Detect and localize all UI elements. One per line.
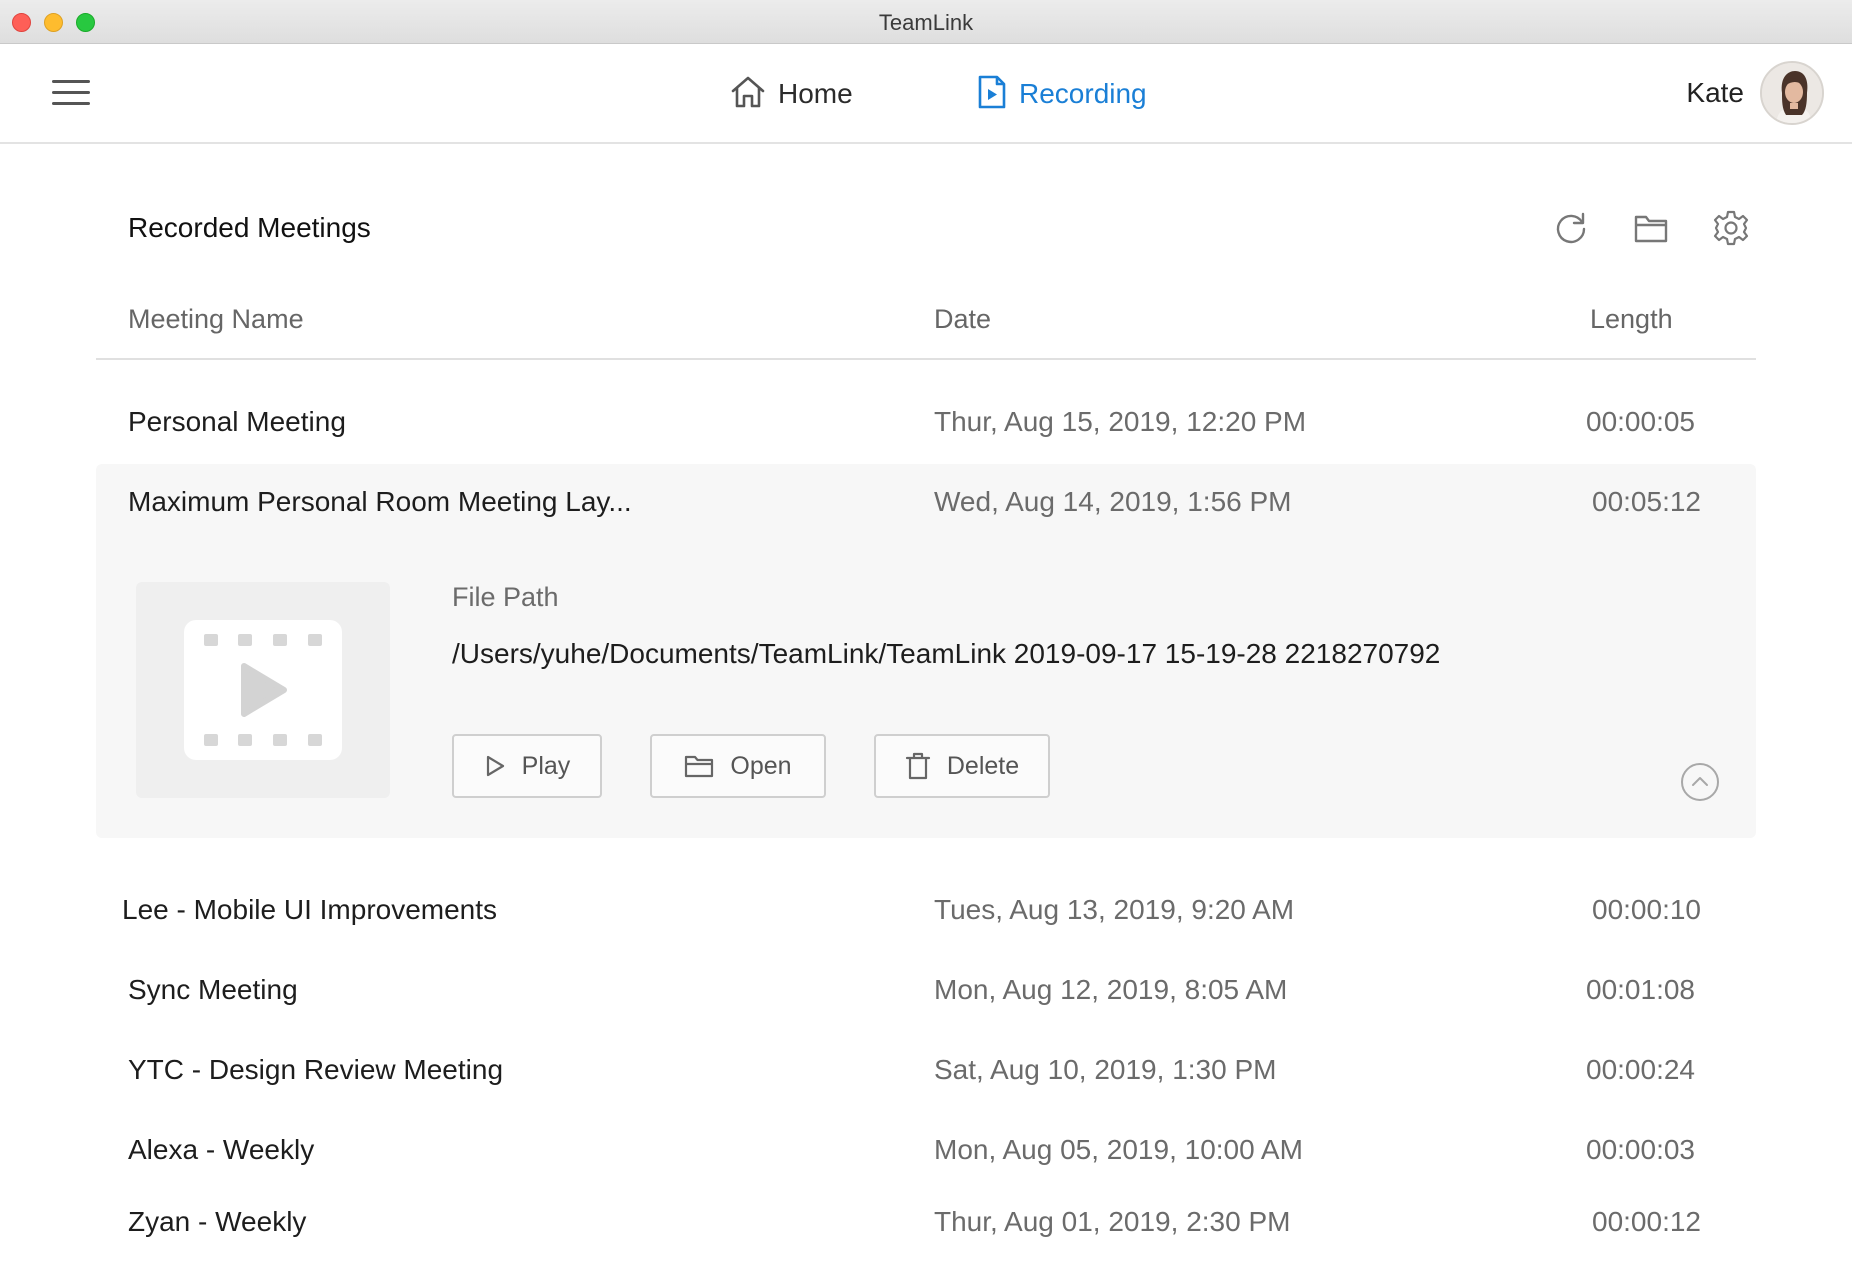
meeting-name: YTC - Design Review Meeting xyxy=(128,1054,504,1085)
table-row[interactable]: YTC - Design Review Meeting Sat, Aug 10,… xyxy=(96,1032,1756,1112)
app-window: TeamLink Home Recording Kate Recorded Me… xyxy=(0,0,1852,1268)
meeting-length: 00:00:05 xyxy=(1586,406,1695,437)
meeting-length: 00:00:12 xyxy=(1592,1206,1701,1237)
meeting-date: Thur, Aug 01, 2019, 2:30 PM xyxy=(934,1206,1291,1237)
refresh-icon[interactable] xyxy=(1549,206,1593,250)
file-path-label: File Path xyxy=(452,582,559,612)
user-profile[interactable]: Kate xyxy=(1686,61,1824,125)
meeting-date: Wed, Aug 14, 2019, 1:56 PM xyxy=(934,486,1292,517)
trash-icon xyxy=(905,751,931,781)
meeting-name: Lee - Mobile UI Improvements xyxy=(122,894,498,925)
meeting-name: Maximum Personal Room Meeting Lay... xyxy=(128,486,632,517)
nav-tab-home-label: Home xyxy=(778,78,853,109)
recording-file-icon xyxy=(977,74,1007,115)
table-row[interactable]: Sync Meeting Mon, Aug 12, 2019, 8:05 AM … xyxy=(96,952,1756,1032)
house-icon xyxy=(730,75,766,114)
play-button-label: Play xyxy=(521,751,571,780)
table-row[interactable]: Personal Meeting Thur, Aug 15, 2019, 12:… xyxy=(96,384,1756,464)
gear-icon[interactable] xyxy=(1709,206,1753,250)
table-header: Meeting Name Date Length xyxy=(96,296,1756,360)
page-title: Recorded Meetings xyxy=(128,212,371,243)
video-play-icon xyxy=(184,620,342,760)
window-title: TeamLink xyxy=(878,10,974,35)
meeting-length: 00:01:08 xyxy=(1586,974,1695,1005)
nav-tab-home[interactable]: Home xyxy=(730,72,853,116)
meeting-name: Personal Meeting xyxy=(128,406,346,437)
meeting-length: 00:00:10 xyxy=(1592,894,1701,925)
top-nav: Home Recording Kate xyxy=(0,44,1852,144)
avatar[interactable] xyxy=(1760,61,1824,125)
meeting-name: Zyan - Weekly xyxy=(128,1206,307,1237)
meeting-date: Tues, Aug 13, 2019, 9:20 AM xyxy=(934,894,1295,925)
meeting-length: 00:00:24 xyxy=(1586,1054,1695,1085)
file-path-value: /Users/yuhe/Documents/TeamLink/TeamLink … xyxy=(452,638,1441,669)
table-row[interactable]: Zyan - Weekly Thur, Aug 01, 2019, 2:30 P… xyxy=(96,1184,1756,1264)
meeting-date: Thur, Aug 15, 2019, 12:20 PM xyxy=(934,406,1307,437)
play-button[interactable]: Play xyxy=(452,734,602,798)
open-folder-button[interactable]: Open xyxy=(650,734,826,798)
column-header-date[interactable]: Date xyxy=(934,304,991,335)
folder-icon xyxy=(684,753,714,779)
chevron-up-circle-icon[interactable] xyxy=(1680,762,1720,802)
meeting-name: Sync Meeting xyxy=(128,974,298,1005)
table-row[interactable]: Alexa - Weekly Mon, Aug 05, 2019, 10:00 … xyxy=(96,1112,1756,1192)
delete-button[interactable]: Delete xyxy=(874,734,1050,798)
play-icon xyxy=(484,754,506,778)
meeting-date: Sat, Aug 10, 2019, 1:30 PM xyxy=(934,1054,1277,1085)
meeting-length: 00:05:12 xyxy=(1592,486,1701,517)
open-button-label: Open xyxy=(730,751,792,780)
folder-icon[interactable] xyxy=(1629,206,1673,250)
table-row[interactable]: Lee - Mobile UI Improvements Tues, Aug 1… xyxy=(96,872,1756,952)
column-header-length[interactable]: Length xyxy=(1590,304,1673,335)
meeting-length: 00:00:03 xyxy=(1586,1134,1695,1165)
meeting-date: Mon, Aug 12, 2019, 8:05 AM xyxy=(934,974,1288,1005)
hamburger-menu-icon[interactable] xyxy=(52,80,90,106)
meeting-date: Mon, Aug 05, 2019, 10:00 AM xyxy=(934,1134,1303,1165)
column-header-meeting-name[interactable]: Meeting Name xyxy=(128,304,304,335)
recording-thumbnail[interactable] xyxy=(136,582,390,798)
user-name: Kate xyxy=(1686,77,1744,108)
expanded-recording-panel: Maximum Personal Room Meeting Lay... Wed… xyxy=(96,464,1756,838)
meeting-name: Alexa - Weekly xyxy=(128,1134,315,1165)
title-bar: TeamLink xyxy=(0,0,1852,44)
delete-button-label: Delete xyxy=(946,751,1020,780)
table-row[interactable]: Maximum Personal Room Meeting Lay... Wed… xyxy=(96,464,1756,544)
nav-tab-recording-label: Recording xyxy=(1019,78,1147,109)
nav-tab-recording[interactable]: Recording xyxy=(977,72,1147,116)
